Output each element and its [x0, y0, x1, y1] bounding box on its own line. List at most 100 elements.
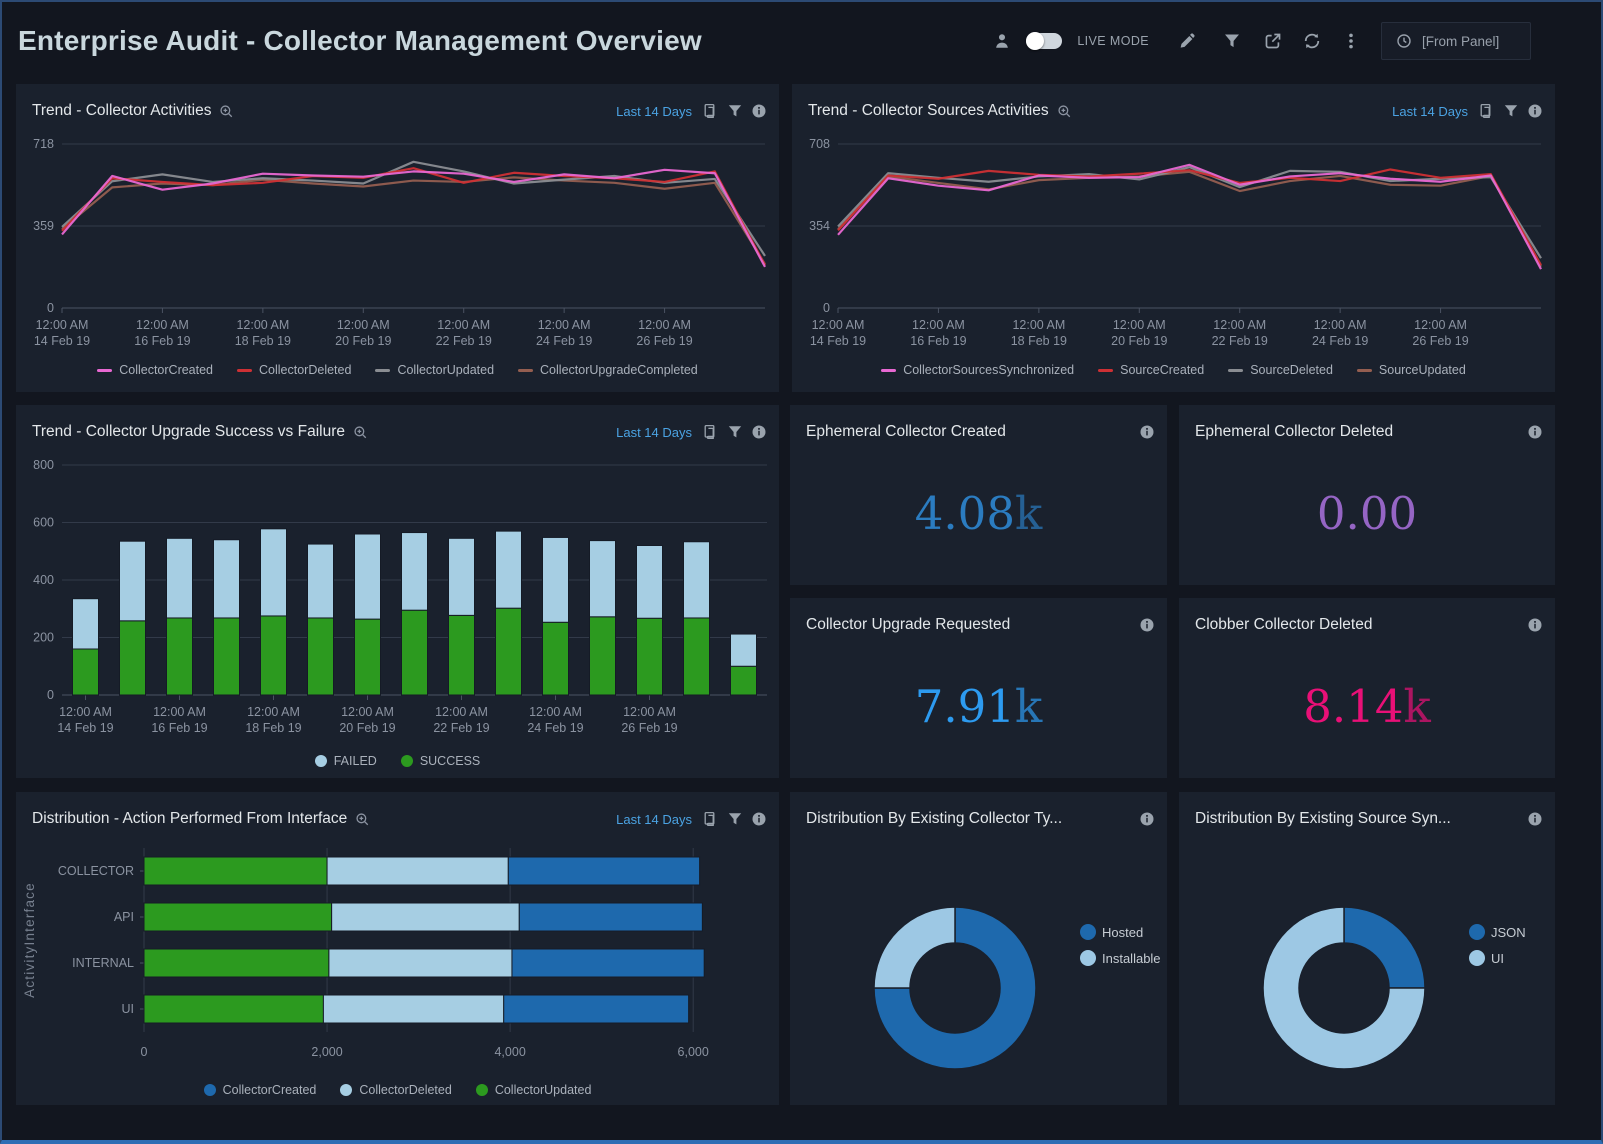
legend-marker [401, 755, 413, 767]
bar-segment-FAILED [731, 634, 757, 666]
svg-text:16 Feb 19: 16 Feb 19 [151, 721, 207, 735]
legend-marker [1469, 950, 1485, 966]
legend-item[interactable]: CollectorCreated [204, 1083, 317, 1097]
user-icon [993, 32, 1011, 50]
legend-label: SUCCESS [420, 754, 480, 768]
panel-title: Distribution - Action Performed From Int… [32, 810, 347, 828]
bar-segment-FAILED [449, 538, 475, 615]
legend-label: CollectorDeleted [259, 363, 351, 377]
bar-segment-FAILED [543, 537, 569, 622]
legend-item[interactable]: FAILED [315, 754, 377, 768]
legend-marker [518, 369, 533, 372]
svg-text:ActivityInterface: ActivityInterface [22, 882, 37, 998]
time-range-label[interactable]: Last 14 Days [1392, 104, 1468, 119]
header-controls: LIVE MODE [From Panel] [993, 22, 1531, 60]
legend-item[interactable]: SourceCreated [1098, 363, 1204, 377]
panel-title: Trend - Collector Sources Activities [808, 102, 1049, 120]
bar-segment-FAILED [355, 534, 381, 619]
zoom-icon[interactable] [1057, 104, 1072, 119]
dashboard: Enterprise Audit - Collector Management … [0, 0, 1603, 1144]
share-icon[interactable] [1264, 32, 1282, 50]
legend-item[interactable]: SourceUpdated [1357, 363, 1466, 377]
panel-trend-upgrade: Trend - Collector Upgrade Success vs Fai… [16, 405, 779, 778]
edit-icon[interactable] [1178, 32, 1196, 50]
info-icon[interactable] [1139, 617, 1155, 633]
svg-text:14 Feb 19: 14 Feb 19 [57, 721, 113, 735]
info-icon[interactable] [1139, 424, 1155, 440]
legend-item[interactable]: CollectorDeleted [237, 363, 351, 377]
legend-marker [1080, 924, 1096, 940]
legend-item[interactable]: CollectorUpdated [476, 1083, 592, 1097]
legend-label: CollectorSourcesSynchronized [903, 363, 1074, 377]
filter-icon[interactable] [1223, 32, 1241, 50]
svg-text:24 Feb 19: 24 Feb 19 [536, 334, 592, 348]
legend-label[interactable]: UI [1491, 951, 1504, 966]
legend-item[interactable]: CollectorUpdated [375, 363, 494, 377]
live-mode-label: LIVE MODE [1077, 34, 1149, 48]
bar-segment-CollectorUpdated [144, 995, 323, 1023]
info-icon[interactable] [1527, 103, 1543, 119]
panel-donut-collector-type: Distribution By Existing Collector Ty...… [790, 792, 1167, 1105]
more-options-icon[interactable] [1342, 32, 1360, 50]
legend-label[interactable]: Hosted [1102, 925, 1143, 940]
panel-title: Clobber Collector Deleted [1195, 616, 1372, 634]
info-icon[interactable] [751, 424, 767, 440]
refresh-icon[interactable] [1303, 32, 1321, 50]
filter-icon[interactable] [1503, 103, 1519, 119]
bar-segment-SUCCESS [543, 622, 569, 695]
info-icon[interactable] [1527, 617, 1543, 633]
svg-text:22 Feb 19: 22 Feb 19 [433, 721, 489, 735]
legend-marker [1080, 950, 1096, 966]
chart-legend: CollectorCreated CollectorDeleted Collecto… [16, 363, 779, 377]
info-icon[interactable] [1527, 424, 1543, 440]
legend-item[interactable]: CollectorDeleted [340, 1083, 451, 1097]
zoom-icon[interactable] [355, 812, 370, 827]
copy-icon[interactable] [703, 103, 719, 119]
svg-text:18 Feb 19: 18 Feb 19 [235, 334, 291, 348]
legend-label[interactable]: JSON [1491, 925, 1526, 940]
time-range-selector[interactable]: [From Panel] [1381, 22, 1531, 60]
legend-item[interactable]: CollectorUpgradeCompleted [518, 363, 698, 377]
legend-item[interactable]: CollectorCreated [97, 363, 213, 377]
svg-text:12:00 AM: 12:00 AM [1414, 318, 1467, 332]
panel-trend-collector-activities: Trend - Collector Activities Last 14 Day… [16, 84, 779, 392]
live-mode-toggle[interactable] [1026, 33, 1062, 49]
legend-item[interactable]: SUCCESS [401, 754, 480, 768]
bar-segment-CollectorUpdated [144, 903, 332, 931]
time-range-label[interactable]: Last 14 Days [616, 104, 692, 119]
legend-label: CollectorUpdated [397, 363, 494, 377]
info-icon[interactable] [1139, 811, 1155, 827]
legend-label: SourceDeleted [1250, 363, 1333, 377]
filter-icon[interactable] [727, 811, 743, 827]
legend-item[interactable]: CollectorSourcesSynchronized [881, 363, 1074, 377]
bar-segment-SUCCESS [590, 617, 616, 695]
stat-value: 7.91k [790, 680, 1167, 733]
legend-marker [1469, 924, 1485, 940]
time-range-label[interactable]: Last 14 Days [616, 425, 692, 440]
legend-label[interactable]: Installable [1102, 951, 1161, 966]
svg-text:12:00 AM: 12:00 AM [59, 705, 112, 719]
copy-icon[interactable] [703, 424, 719, 440]
legend-item[interactable]: SourceDeleted [1228, 363, 1333, 377]
svg-text:800: 800 [33, 458, 54, 472]
info-icon[interactable] [751, 103, 767, 119]
bar-segment-CollectorCreated [512, 949, 704, 977]
svg-text:200: 200 [33, 631, 54, 645]
bar-segment-CollectorUpdated [144, 949, 329, 977]
info-icon[interactable] [751, 811, 767, 827]
svg-text:12:00 AM: 12:00 AM [1012, 318, 1065, 332]
copy-icon[interactable] [1479, 103, 1495, 119]
bar-segment-SUCCESS [355, 619, 381, 695]
svg-text:718: 718 [33, 137, 54, 151]
svg-text:359: 359 [33, 219, 54, 233]
filter-icon[interactable] [727, 424, 743, 440]
zoom-icon[interactable] [219, 104, 234, 119]
bar-segment-FAILED [684, 542, 710, 618]
time-range-label[interactable]: Last 14 Days [616, 812, 692, 827]
info-icon[interactable] [1527, 811, 1543, 827]
bar-segment-FAILED [496, 531, 522, 608]
zoom-icon[interactable] [353, 425, 368, 440]
copy-icon[interactable] [703, 811, 719, 827]
svg-text:18 Feb 19: 18 Feb 19 [1011, 334, 1067, 348]
filter-icon[interactable] [727, 103, 743, 119]
